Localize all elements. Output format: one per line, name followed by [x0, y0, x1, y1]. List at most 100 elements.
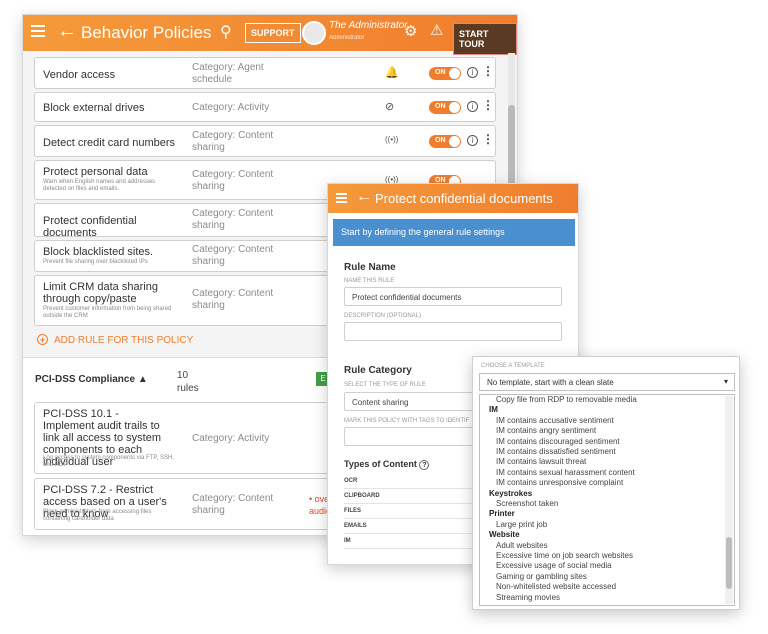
category-label: SELECT THE TYPE OF RULE — [344, 382, 426, 388]
template-option[interactable]: Excessive usage of social media — [496, 561, 612, 570]
page-title: Behavior Policies — [81, 23, 212, 42]
template-option[interactable]: IM contains angry sentiment — [496, 426, 596, 435]
list-scroll-thumb[interactable] — [726, 537, 732, 589]
broadcast-icon: ((•)) — [385, 135, 399, 144]
bell-icon: 🔔 — [385, 67, 399, 79]
rule-row[interactable]: Vendor access Category: Agent schedule 🔔… — [34, 57, 496, 89]
rule-category: Category: Content sharing — [192, 169, 274, 192]
rule-description: Block administrators from accessing file… — [43, 509, 152, 522]
rule-description: Prevent file sharing over blacklisted IP… — [43, 259, 148, 265]
rule-category-header: Rule Category — [344, 365, 412, 376]
rule-description: Warn when English names and addresses de… — [43, 179, 156, 192]
policy-rules-word: rules — [177, 383, 199, 394]
template-option[interactable]: IM contains dissatisfied sentiment — [496, 447, 616, 456]
description-label: DESCRIPTION (OPTIONAL) — [344, 313, 422, 319]
rule-description: Log access to system components via FTP,… — [43, 455, 174, 468]
template-group-header: Keystrokes — [489, 488, 533, 498]
user-name: The Administrator — [329, 20, 408, 31]
add-rule-button[interactable]: + ADD RULE FOR THIS POLICY — [37, 334, 193, 346]
rule-toggle[interactable]: ON — [429, 67, 461, 80]
template-option[interactable]: IM contains sexual harassment content — [496, 468, 635, 477]
template-option[interactable]: Non-whitelisted website accessed — [496, 582, 616, 591]
editor-title: Protect confidential documents — [375, 191, 553, 206]
template-group-header: IM — [489, 405, 498, 415]
rule-category: Category: Content sharing — [192, 244, 274, 267]
template-option[interactable]: IM contains unresponsive complaint — [496, 478, 623, 487]
rule-name: Protect personal data — [43, 166, 148, 178]
rule-name: Block blacklisted sites. — [43, 246, 154, 258]
back-arrow-icon[interactable]: ← — [57, 20, 77, 43]
warning-icon[interactable]: ⚠ — [430, 21, 443, 39]
template-option[interactable]: Streaming movies — [496, 593, 560, 602]
gear-icon[interactable]: ⚙ — [404, 22, 417, 40]
content-type-item[interactable]: CLIPBOARD — [344, 493, 380, 499]
more-options-icon[interactable]: ⋮ — [482, 64, 494, 78]
template-group-header: Printer — [489, 509, 515, 519]
rule-category: Category: Activity — [192, 102, 270, 113]
template-group-header: Website — [489, 530, 520, 540]
rule-category: Category: Content sharing — [192, 208, 274, 231]
add-circle-icon: + — [37, 334, 48, 345]
policy-rule-count: 10 — [177, 370, 189, 381]
template-option[interactable]: Adult websites — [496, 541, 548, 550]
avatar[interactable] — [302, 21, 326, 45]
template-option[interactable]: Large print job — [496, 520, 547, 529]
more-options-icon[interactable]: ⋮ — [482, 132, 494, 146]
template-label: CHOOSE A TEMPLATE — [481, 363, 545, 369]
content-type-item[interactable]: IM — [344, 538, 351, 544]
content-type-item[interactable]: EMAILS — [344, 523, 367, 529]
template-list[interactable]: Copy file from RDP to removable media IM I… — [479, 394, 735, 606]
rule-name: Limit CRM data sharing through copy/past… — [43, 281, 158, 305]
rule-category: Category: Agent schedule — [192, 62, 264, 85]
info-icon[interactable]: i — [467, 101, 478, 112]
rule-category: Category: Content sharing — [192, 493, 274, 516]
search-icon[interactable]: ⚲ — [220, 22, 232, 42]
more-options-icon[interactable]: ⋮ — [482, 98, 494, 112]
chevron-down-icon: ▾ — [723, 377, 728, 386]
content-type-item[interactable]: FILES — [344, 508, 361, 514]
rule-row[interactable]: Block external drives Category: Activity… — [34, 92, 496, 122]
chevron-up-icon: ▲ — [137, 374, 148, 385]
tags-input[interactable] — [344, 427, 474, 446]
rule-name: Block external drives — [43, 102, 145, 114]
template-option[interactable]: Screenshot taken — [496, 499, 558, 508]
template-option[interactable]: IM contains accusative sentiment — [496, 416, 614, 425]
info-banner: Start by defining the general rule setti… — [333, 219, 575, 246]
rule-category: Category: Activity — [192, 433, 270, 444]
back-arrow-icon[interactable]: ← — [356, 188, 372, 206]
rule-name: Detect credit card numbers — [43, 137, 176, 149]
rule-description: Prevent customer information from being … — [43, 306, 172, 319]
rule-name: Vendor access — [43, 69, 116, 81]
support-button[interactable]: SUPPORT — [245, 23, 301, 43]
rule-row[interactable]: Detect credit card numbers Category: Con… — [34, 125, 496, 157]
editor-top-bar: ← Protect confidential documents — [328, 184, 578, 213]
category-select[interactable]: Content sharing — [344, 392, 474, 411]
content-type-item[interactable]: OCR — [344, 478, 357, 484]
rule-category: Category: Content sharing — [192, 288, 274, 311]
description-input[interactable] — [344, 322, 562, 341]
name-label: NAME THIS RULE — [344, 278, 395, 284]
template-option[interactable]: IM contains discouraged sentiment — [496, 437, 620, 446]
rule-name: Protect confidential documents — [43, 215, 137, 239]
policy-title[interactable]: PCI-DSS Compliance ▲ — [35, 374, 148, 385]
rule-toggle[interactable]: ON — [429, 101, 461, 114]
types-header: Types of Content ? — [344, 459, 430, 470]
info-icon[interactable]: i — [467, 135, 478, 146]
rule-toggle[interactable]: ON — [429, 135, 461, 148]
info-icon[interactable]: i — [467, 67, 478, 78]
rule-name-input[interactable]: Protect confidential documents — [344, 287, 562, 306]
template-select[interactable]: No template, start with a clean slate ▾ — [479, 373, 735, 391]
template-option[interactable]: Excessive time on job search websites — [496, 551, 633, 560]
rule-category: Category: Content sharing — [192, 130, 274, 153]
start-tour-button[interactable]: START TOUR — [453, 23, 517, 55]
tags-label: MARK THIS POLICY WITH TAGS TO IDENTIF — [344, 418, 470, 424]
template-option[interactable]: IM contains lawsuit threat — [496, 457, 586, 466]
template-option[interactable]: Copy file from RDP to removable media — [496, 395, 637, 404]
block-icon: ⊘ — [385, 101, 395, 113]
menu-icon[interactable] — [336, 193, 347, 203]
help-icon[interactable]: ? — [419, 460, 430, 470]
template-option[interactable]: Gaming or gambling sites — [496, 572, 587, 581]
menu-icon[interactable] — [31, 25, 45, 37]
rule-name-header: Rule Name — [344, 262, 396, 273]
user-role: Administrator — [329, 35, 365, 41]
